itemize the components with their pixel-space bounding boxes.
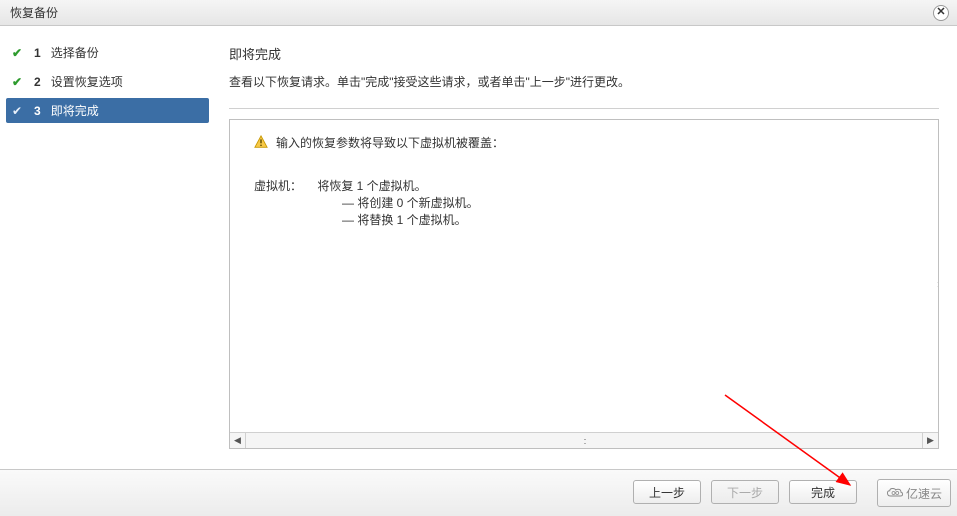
close-icon[interactable]: ✕ [933, 5, 949, 21]
brand-label: 亿速云 [906, 485, 942, 502]
finish-button[interactable]: 完成 [789, 480, 857, 504]
vm-detail-line-2: — 将替换 1 个虚拟机。 [342, 211, 914, 228]
warning-icon [254, 135, 268, 149]
check-icon: ✔ [12, 75, 24, 89]
page-subtitle: 查看以下恢复请求。单击"完成"接受这些请求，或者单击"上一步"进行更改。 [229, 73, 939, 90]
vm-detail-line-1: — 将创建 0 个新虚拟机。 [342, 194, 914, 211]
step-label: 即将完成 [51, 102, 99, 119]
scroll-left-icon[interactable]: ◀ [230, 433, 246, 448]
scroll-right-icon[interactable]: ▶ [922, 433, 938, 448]
brand-button[interactable]: 亿速云 [877, 479, 951, 507]
wizard-sidebar: ✔ 1 选择备份 ✔ 2 设置恢复选项 ✔ 3 即将完成 [0, 26, 215, 469]
vm-summary-row: 虚拟机： 将恢复 1 个虚拟机。 [254, 177, 914, 194]
step-label: 选择备份 [51, 44, 99, 61]
warning-text: 输入的恢复参数将导致以下虚拟机被覆盖： [276, 134, 504, 151]
footer-button-group: 上一步 下一步 完成 [0, 480, 947, 504]
warning-row: 输入的恢复参数将导致以下虚拟机被覆盖： [254, 134, 914, 151]
wizard-step-3[interactable]: ✔ 3 即将完成 [6, 98, 209, 123]
step-number: 1 [34, 46, 41, 60]
titlebar: 恢复备份 ✕ [0, 0, 957, 26]
divider [229, 108, 939, 109]
vm-summary-text: 将恢复 1 个虚拟机。 [317, 179, 426, 193]
wizard-main: 即将完成 查看以下恢复请求。单击"完成"接受这些请求，或者单击"上一步"进行更改… [215, 26, 957, 469]
bullet-dash: — [342, 213, 357, 227]
vm-label: 虚拟机： [254, 177, 314, 194]
wizard-step-1[interactable]: ✔ 1 选择备份 [6, 40, 209, 65]
vm-detail-text: 将创建 0 个新虚拟机。 [357, 196, 478, 210]
cloud-icon [886, 487, 904, 499]
scroll-grip[interactable]: :: [583, 436, 584, 446]
wizard-footer: 上一步 下一步 完成 亿速云 [0, 469, 957, 516]
summary-panel: 输入的恢复参数将导致以下虚拟机被覆盖： 虚拟机： 将恢复 1 个虚拟机。 — 将… [229, 119, 939, 449]
vertical-scroll-grip[interactable]: :: [937, 279, 938, 289]
back-button[interactable]: 上一步 [633, 480, 701, 504]
scroll-track[interactable]: :: [246, 433, 922, 448]
next-button: 下一步 [711, 480, 779, 504]
wizard-body: ✔ 1 选择备份 ✔ 2 设置恢复选项 ✔ 3 即将完成 即将完成 查看以下恢复… [0, 26, 957, 469]
check-icon: ✔ [12, 104, 24, 118]
vm-detail-text: 将替换 1 个虚拟机。 [357, 213, 466, 227]
wizard-step-2[interactable]: ✔ 2 设置恢复选项 [6, 69, 209, 94]
bullet-dash: — [342, 196, 357, 210]
check-icon: ✔ [12, 46, 24, 60]
step-number: 3 [34, 104, 41, 118]
summary-content: 输入的恢复参数将导致以下虚拟机被覆盖： 虚拟机： 将恢复 1 个虚拟机。 — 将… [230, 120, 938, 242]
step-label: 设置恢复选项 [51, 73, 123, 90]
step-number: 2 [34, 75, 41, 89]
page-title: 即将完成 [229, 44, 939, 63]
horizontal-scrollbar[interactable]: ◀ :: ▶ [230, 432, 938, 448]
window-title: 恢复备份 [10, 4, 58, 21]
